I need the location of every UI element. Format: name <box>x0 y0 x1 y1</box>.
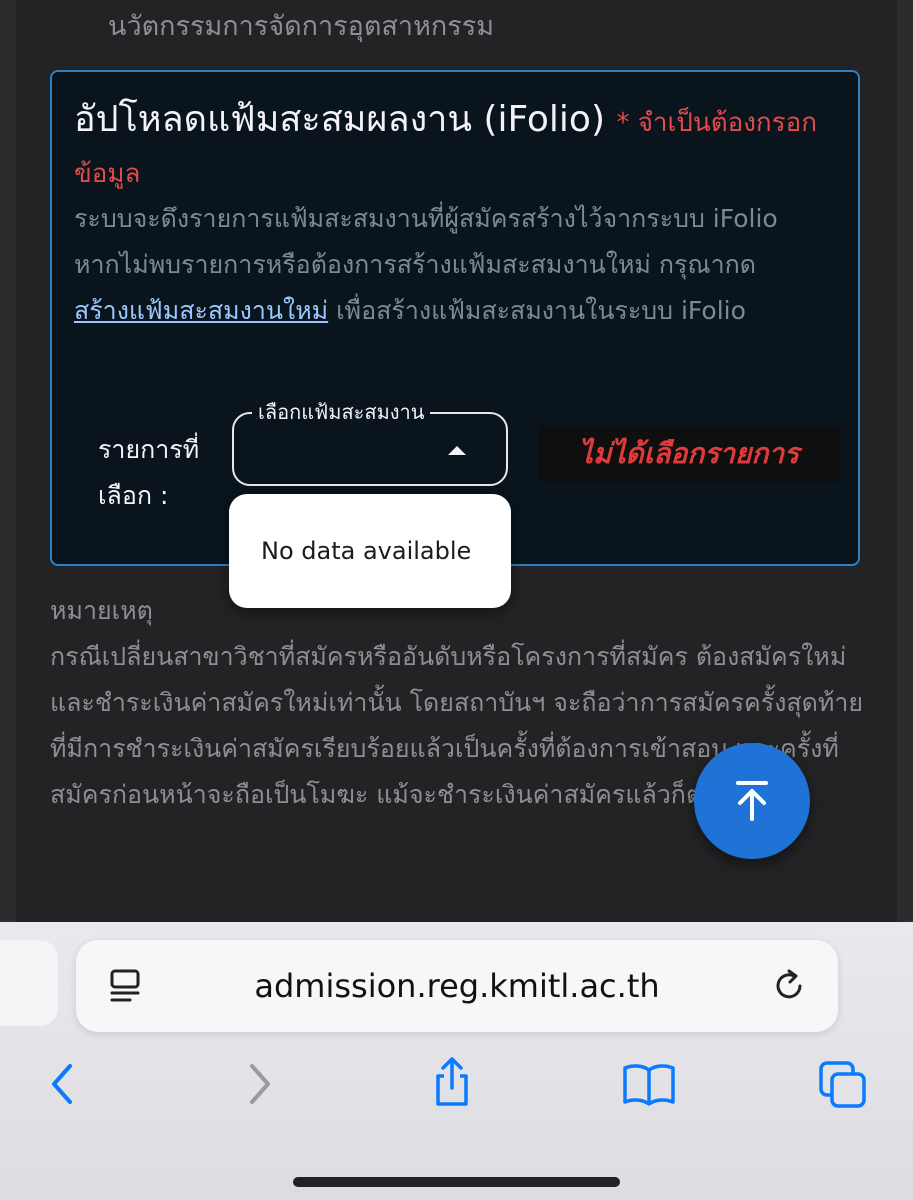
address-bar[interactable]: admission.reg.kmitl.ac.th <box>76 940 838 1032</box>
selected-item-label: รายการที่เลือก : <box>98 435 200 510</box>
description-after-link: เพื่อสร้างแฟ้มสะสมงานในระบบ iFolio <box>336 296 746 325</box>
portfolio-select[interactable]: เลือกแฟ้มสะสมงาน <box>232 396 508 486</box>
url-text[interactable]: admission.reg.kmitl.ac.th <box>76 940 838 1032</box>
caret-up-icon <box>448 446 466 455</box>
safari-bottom-bar: admission.reg.kmitl.ac.th <box>0 922 913 1200</box>
share-icon[interactable] <box>430 1056 474 1108</box>
page-edge-left <box>0 0 16 930</box>
page-edge-right <box>897 0 913 930</box>
note-heading: หมายเหตุ <box>50 596 153 625</box>
tabs-icon[interactable] <box>818 1060 868 1110</box>
create-portfolio-link[interactable]: สร้างแฟ้มสะสมงานใหม่ <box>74 296 328 325</box>
home-indicator <box>293 1177 620 1187</box>
forward-chevron-icon[interactable] <box>244 1062 276 1106</box>
card-description: ระบบจะดึงรายการแฟ้มสะสมงานที่ผู้สมัครสร้… <box>74 196 814 334</box>
scroll-to-top-button[interactable] <box>694 743 810 859</box>
no-data-text: No data available <box>261 537 472 565</box>
card-title-text: อัปโหลดแฟ้มสะสมผลงาน (iFolio) <box>74 99 605 140</box>
ifolio-upload-card: อัปโหลดแฟ้มสะสมผลงาน (iFolio) * จำเป็นต้… <box>50 70 860 566</box>
bookmarks-book-icon[interactable] <box>622 1062 676 1106</box>
selection-status: ไม่ได้เลือกรายการ <box>538 426 840 482</box>
previous-tab-preview[interactable] <box>0 940 58 1026</box>
card-title: อัปโหลดแฟ้มสะสมผลงาน (iFolio) * จำเป็นต้… <box>74 96 844 198</box>
previous-section-text: นวัตกรรมการจัดการอุตสาหกรรม <box>108 11 495 42</box>
description-before-link: ระบบจะดึงรายการแฟ้มสะสมงานที่ผู้สมัครสร้… <box>74 204 778 279</box>
reload-icon[interactable] <box>772 968 808 1004</box>
arrow-up-to-top-icon <box>736 781 768 821</box>
back-chevron-icon[interactable] <box>46 1062 78 1106</box>
select-legend: เลือกแฟ้มสะสมงาน <box>252 396 431 428</box>
